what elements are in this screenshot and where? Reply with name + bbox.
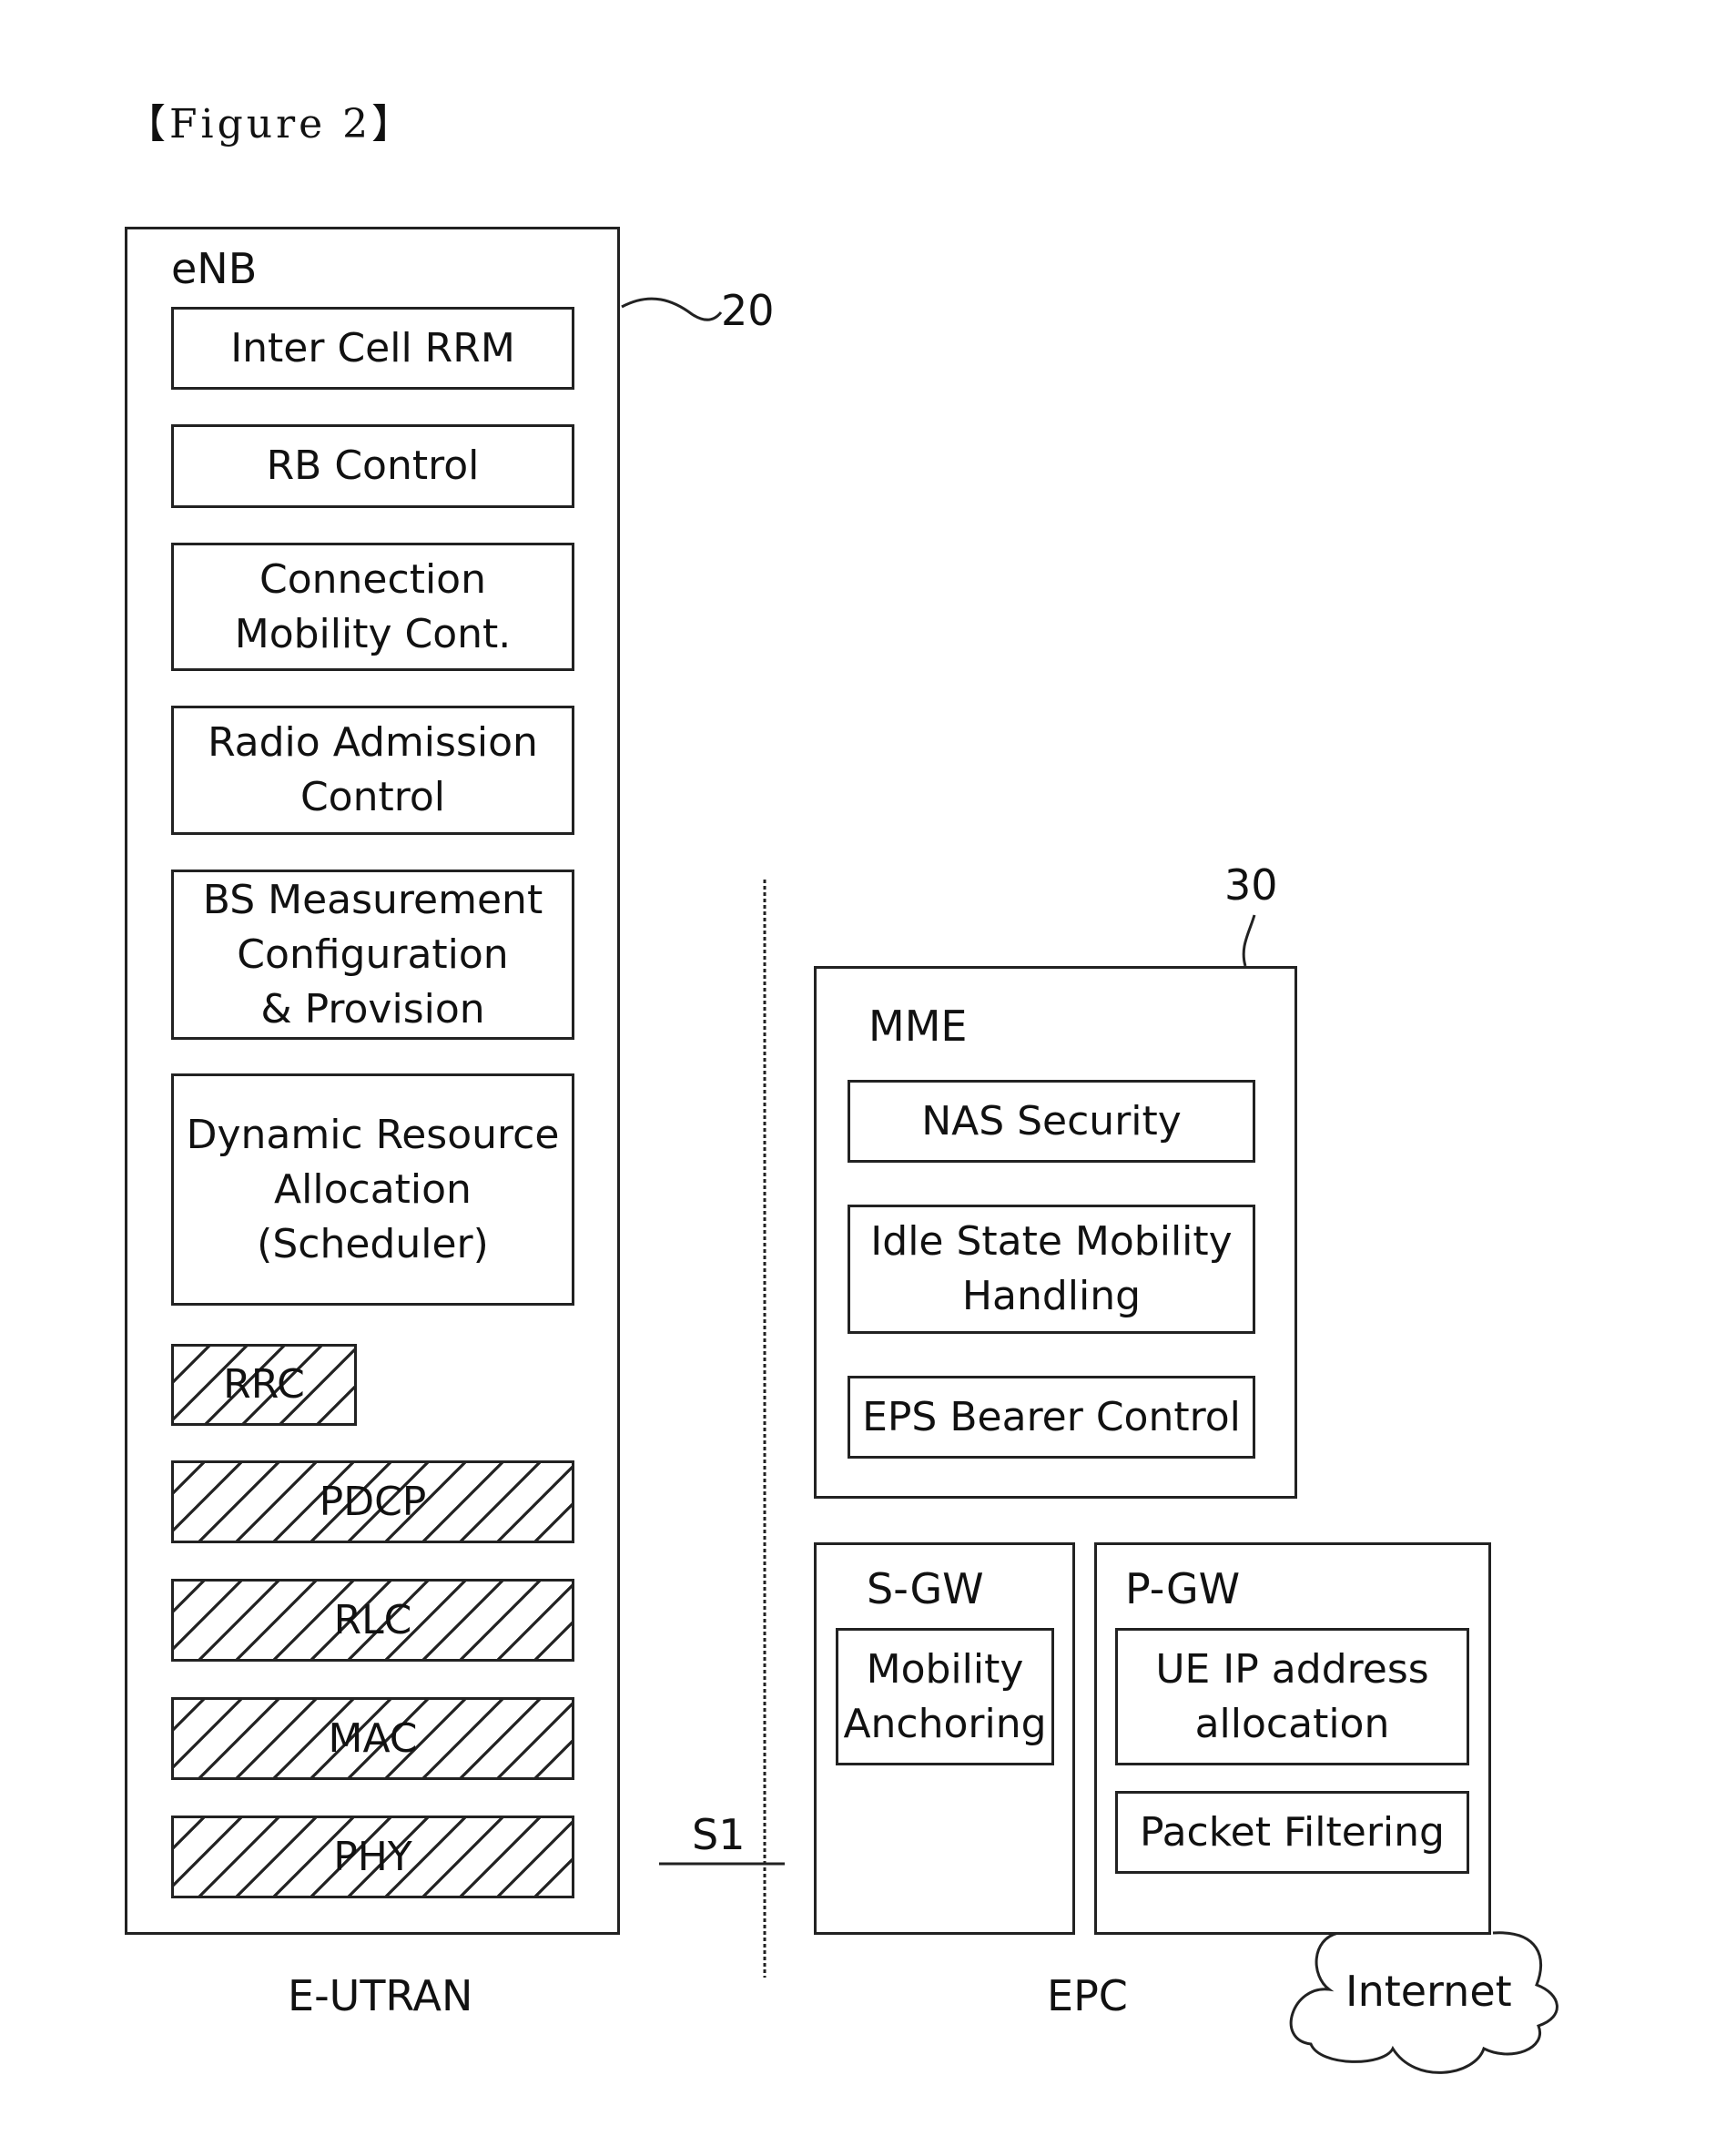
pgw-title: P-GW: [1125, 1564, 1241, 1613]
function-label: Idle State Mobility Handling: [870, 1218, 1233, 1319]
ref-30-leader: [1242, 914, 1256, 967]
function-label: EPS Bearer Control: [862, 1393, 1241, 1440]
s1-label: S1: [692, 1810, 746, 1859]
e-utran-label: E-UTRAN: [288, 1971, 473, 2020]
mme-function-eps-bearer-control: EPS Bearer Control: [848, 1376, 1255, 1459]
epc-label: EPC: [1047, 1971, 1128, 2020]
sgw-function-mobility-anchoring: Mobility Anchoring: [836, 1628, 1054, 1765]
pgw-function-packet-filtering: Packet Filtering: [1115, 1791, 1469, 1874]
mme-title: MME: [868, 1002, 968, 1051]
function-label: Mobility Anchoring: [843, 1645, 1047, 1747]
function-label: UE IP address allocation: [1155, 1645, 1429, 1747]
ref-20-leader: [621, 297, 723, 321]
mme-function-idle-state-mobility: Idle State Mobility Handling: [848, 1205, 1255, 1334]
function-label: NAS Security: [921, 1097, 1182, 1144]
pgw-function-ue-ip-allocation: UE IP address allocation: [1115, 1628, 1469, 1765]
function-label: Packet Filtering: [1140, 1808, 1445, 1856]
mme-function-nas-security: NAS Security: [848, 1080, 1255, 1163]
sgw-title: S-GW: [867, 1564, 984, 1613]
internet-label: Internet: [1345, 1967, 1512, 2016]
mme-reference-number: 30: [1224, 860, 1278, 910]
